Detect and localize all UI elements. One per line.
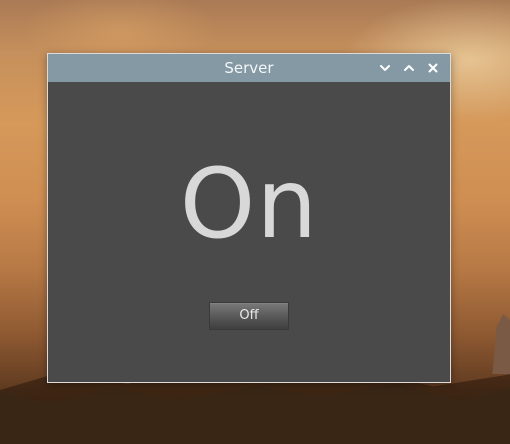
server-window: Server On Off <box>47 53 451 383</box>
window-controls <box>375 59 442 77</box>
chevron-up-icon <box>403 65 414 71</box>
close-button[interactable] <box>423 59 442 77</box>
chevron-down-icon <box>379 65 390 71</box>
background-rock <box>492 314 510 374</box>
window-titlebar[interactable]: Server <box>48 54 450 82</box>
off-button[interactable]: Off <box>209 302 289 330</box>
minimize-button[interactable] <box>375 59 394 77</box>
close-icon <box>428 63 437 73</box>
server-status-text: On <box>179 148 319 260</box>
window-content: On Off <box>48 82 450 382</box>
maximize-button[interactable] <box>399 59 418 77</box>
